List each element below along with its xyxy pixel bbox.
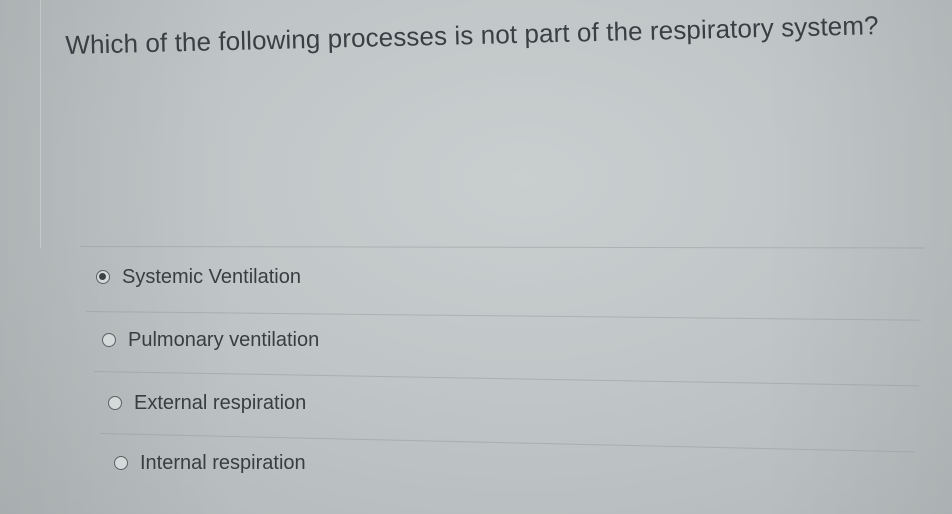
answer-option-pulmonary-ventilation[interactable]: Pulmonary ventilation — [102, 325, 319, 355]
radio-button-checked[interactable] — [96, 270, 110, 284]
answer-list: Systemic Ventilation Pulmonary ventilati… — [0, 0, 952, 514]
divider — [79, 246, 925, 249]
radio-button[interactable] — [108, 396, 122, 410]
answer-label: Systemic Ventilation — [122, 265, 301, 288]
answer-label: External respiration — [134, 391, 307, 414]
divider — [85, 311, 921, 321]
answer-label: Pulmonary ventilation — [128, 328, 320, 351]
radio-button[interactable] — [102, 333, 116, 347]
divider — [93, 371, 919, 387]
answer-option-internal-respiration[interactable]: Internal respiration — [114, 448, 306, 478]
radio-button[interactable] — [114, 456, 128, 470]
answer-option-external-respiration[interactable]: External respiration — [108, 388, 306, 418]
answer-option-systemic-ventilation[interactable]: Systemic Ventilation — [96, 262, 301, 292]
answer-label: Internal respiration — [140, 451, 306, 474]
